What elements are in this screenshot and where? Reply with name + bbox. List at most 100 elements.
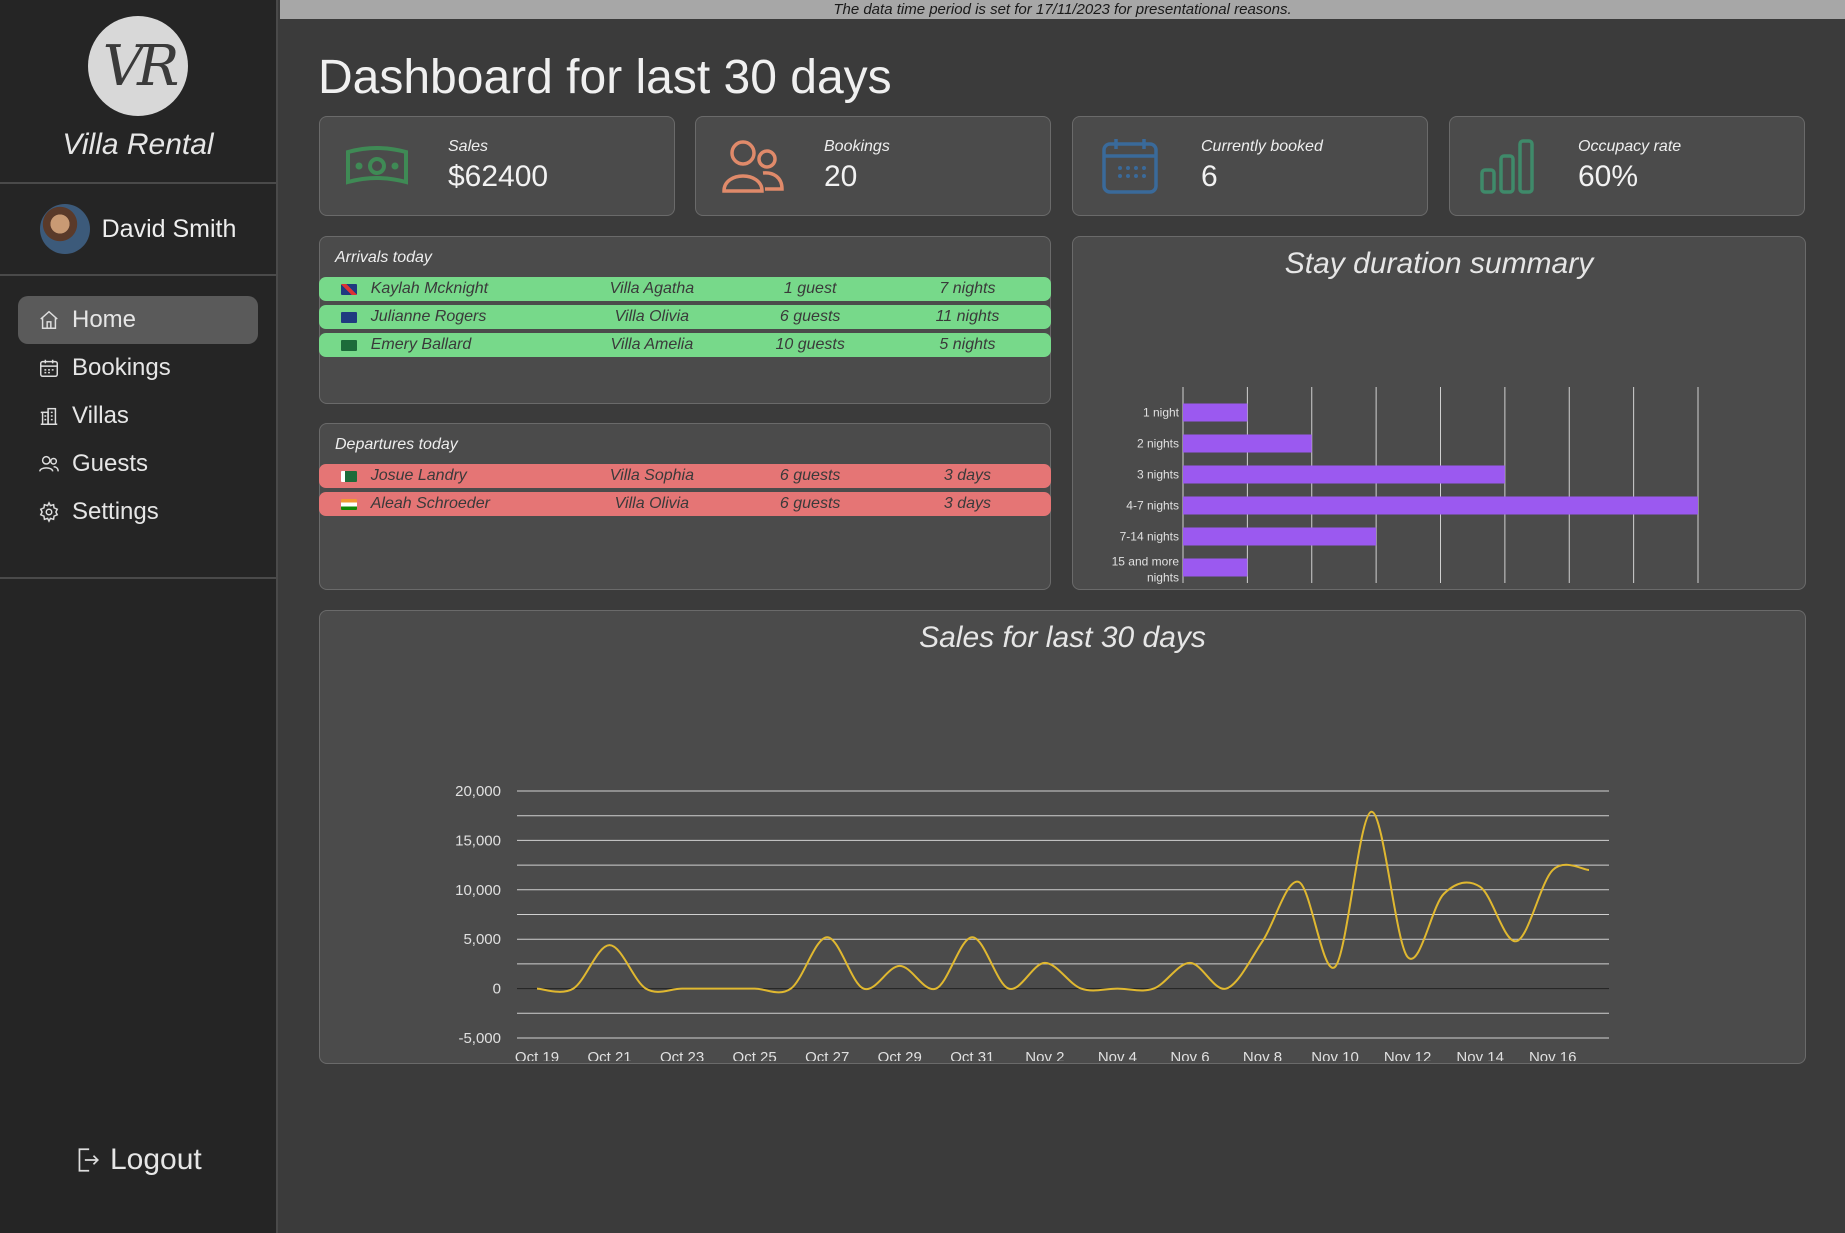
arrival-row[interactable]: Emery Ballard Villa Amelia 10 guests 5 n… [319,333,1051,357]
flag-sa-icon [341,339,357,351]
bar [1183,465,1505,484]
guest-name: Kaylah Mcknight [370,280,489,297]
stay-length: 3 days [943,495,991,512]
page-title: Dashboard for last 30 days [318,51,892,104]
guest-count: 10 guests [775,336,845,353]
avatar [39,204,90,254]
villa-name: Villa Amelia [610,336,694,353]
nav-item-villas[interactable]: Villas [18,392,258,440]
nav-item-guests[interactable]: Guests [18,440,258,488]
sidebar: VR Villa Rental David Smith Home Booking… [0,0,278,1233]
bar-chart-icon [1480,139,1534,194]
x-tick-label: Nov 2 [1025,1049,1064,1061]
y-tick-label: -5,000 [458,1030,501,1047]
departure-row[interactable]: Josue Landry Villa Sophia 6 guests 3 day… [319,464,1051,488]
x-tick-label: Nov 4 [1098,1049,1137,1061]
user-profile[interactable]: David Smith [0,184,276,276]
stat-card-sales: Sales $62400 [319,116,675,216]
y-tick-label: 5,000 [463,931,501,948]
flag-au-icon [341,311,357,323]
x-tick-label: Oct 31 [950,1049,994,1061]
y-tick-label: 15 and more [1112,555,1180,569]
nav-label: Guests [72,450,149,477]
y-tick-label: 0 [493,981,501,998]
sales-panel: Sales for last 30 days -5,000 0 5,000 10,00… [319,610,1806,1064]
chart-title: Stay duration summary [1284,247,1594,280]
calendar-icon [40,359,58,377]
x-tick-label: Nov 16 [1529,1049,1577,1061]
departure-row[interactable]: Aleah Schroeder Villa Olivia 6 guests 3 … [319,492,1051,516]
stat-value: $62400 [448,160,549,193]
x-tick-label: Nov 14 [1456,1049,1504,1061]
arrival-row[interactable]: Julianne Rogers Villa Olivia 6 guests 11… [319,305,1051,329]
villa-name: Villa Olivia [614,308,690,325]
y-tick-label: 3 nights [1137,468,1179,482]
x-tick-label: Oct 23 [660,1049,704,1061]
x-tick-label: Oct 21 [587,1049,631,1061]
nav-menu: Home Bookings Villas Guests Settings [0,276,276,579]
x-tick-label: Oct 29 [878,1049,922,1061]
info-banner: The data time period is set for 17/11/20… [280,0,1845,19]
x-tick-label: Oct 25 [733,1049,777,1061]
y-tick-label: 15,000 [455,832,501,849]
x-tick-label: Nov 6 [1170,1049,1209,1061]
building-icon [40,407,58,425]
y-tick-label: 2 nights [1137,437,1179,451]
flag-pk-icon [341,470,357,482]
x-tick-label: Nov 10 [1311,1049,1359,1061]
banknote-icon [346,146,408,185]
logo-section: VR Villa Rental [0,0,276,184]
users-icon [722,140,784,193]
y-tick-label: 4-7 nights [1126,499,1179,513]
y-tick-label: nights [1147,571,1179,585]
home-icon [40,310,58,329]
users-icon [39,455,59,472]
nav-item-bookings[interactable]: Bookings [18,344,258,392]
bar [1183,496,1698,515]
stat-value: 60% [1578,160,1639,193]
nav-item-settings[interactable]: Settings [18,488,258,536]
departures-title: Departures today [335,436,458,453]
brand-name: Villa Rental [62,128,214,161]
stat-label: Bookings [824,138,890,155]
logout-label: Logout [110,1143,202,1176]
nav-label: Villas [72,402,129,429]
guest-count: 6 guests [779,308,841,325]
stay-length: 3 days [943,467,991,484]
sales-chart: -5,000 0 5,000 10,000 15,000 20,000 Oct 19 Oct … [455,783,1609,1061]
stat-label: Sales [448,138,489,155]
guest-count: 6 guests [779,467,841,484]
calendar-icon [1102,139,1158,194]
bar [1183,558,1248,577]
nav-item-home[interactable]: Home [18,296,258,344]
logout-button[interactable]: Logout [74,1143,202,1177]
nav-label: Home [72,306,137,333]
bar [1183,403,1248,422]
logo-text: VR [102,33,180,99]
arrival-row[interactable]: Kaylah Mcknight Villa Agatha 1 guest 7 n… [319,277,1051,301]
arrivals-panel: Arrivals today Kaylah Mcknight Villa Aga… [319,236,1051,404]
guest-count: 6 guests [779,495,841,512]
nav-label: Bookings [72,354,171,381]
flag-in-icon [341,498,357,510]
logo[interactable]: VR [88,16,188,116]
stat-value: 20 [824,160,858,193]
stay-duration-chart: 024681 night2 nights3 nights4-7 nights7-… [1112,387,1699,585]
x-tick-label: Oct 27 [805,1049,849,1061]
villa-name: Villa Olivia [614,495,690,512]
bar [1183,434,1312,453]
stat-card-occupancy-rate: Occupacy rate 60% [1449,116,1805,216]
y-tick-label: 10,000 [455,882,501,899]
guest-name: Aleah Schroeder [370,495,490,512]
gear-icon [39,501,59,523]
logout-icon [78,1148,99,1172]
guest-count: 1 guest [783,280,837,297]
departures-panel: Departures today Josue Landry Villa Soph… [319,423,1051,590]
flag-uk-icon [341,283,357,295]
x-tick-label: Nov 8 [1243,1049,1282,1061]
guest-name: Josue Landry [370,467,467,484]
stat-label: Occupacy rate [1578,138,1682,155]
stat-card-currently-booked: Currently booked 6 [1072,116,1428,216]
nav-label: Settings [72,498,159,525]
villa-name: Villa Agatha [609,280,695,297]
